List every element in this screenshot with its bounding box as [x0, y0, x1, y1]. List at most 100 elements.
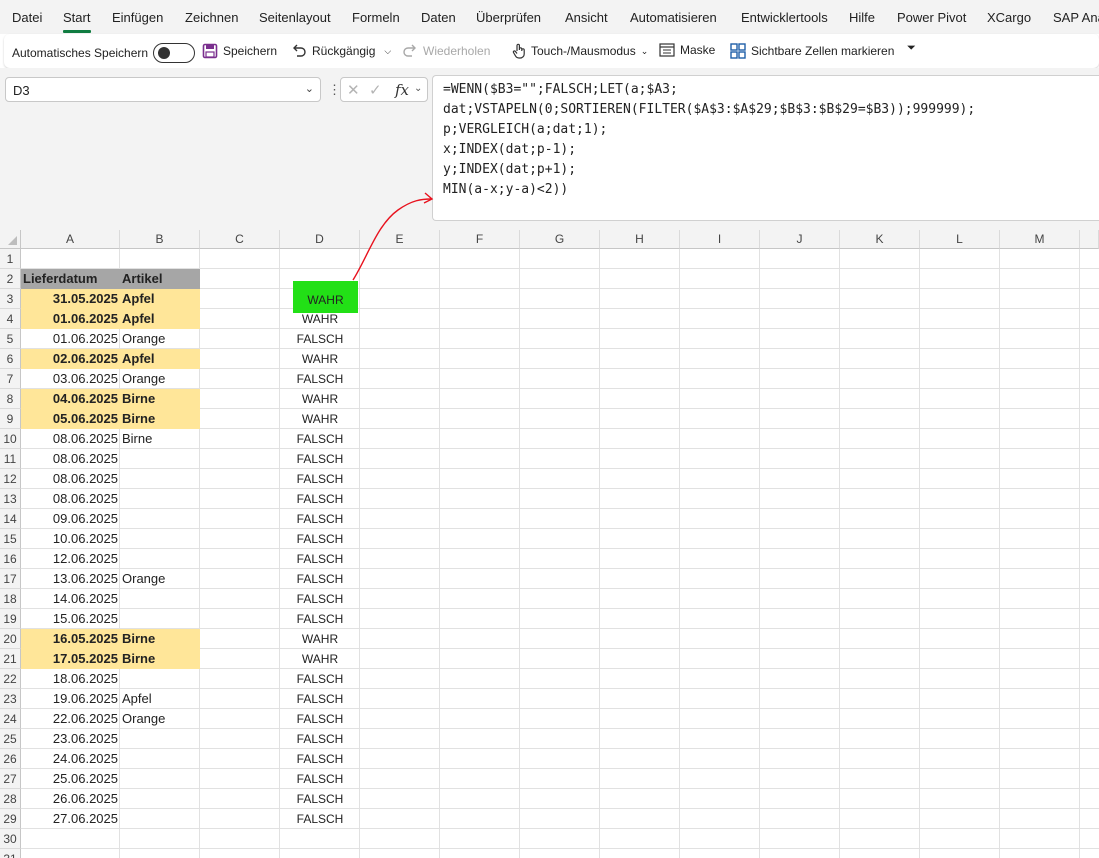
- column-header-l[interactable]: L: [920, 230, 1000, 249]
- cell-result[interactable]: FALSCH: [280, 529, 360, 549]
- cell-lieferdatum[interactable]: 03.06.2025: [21, 369, 120, 389]
- save-button[interactable]: Speichern: [202, 43, 277, 59]
- cell-result[interactable]: WAHR: [280, 409, 360, 429]
- cell-artikel[interactable]: Birne: [120, 409, 200, 429]
- cell-artikel[interactable]: [120, 529, 200, 549]
- confirm-icon[interactable]: ✓: [369, 81, 382, 99]
- column-header-c[interactable]: C: [200, 230, 280, 249]
- cell-artikel[interactable]: Orange: [120, 369, 200, 389]
- row-header-20[interactable]: 20: [0, 629, 21, 649]
- column-header-a[interactable]: A: [21, 230, 120, 249]
- menu-tab-ansicht[interactable]: Ansicht: [565, 10, 608, 25]
- chevron-down-icon[interactable]: ⌄: [305, 82, 314, 95]
- menu-tab-zeichnen[interactable]: Zeichnen: [185, 10, 238, 25]
- row-header-13[interactable]: 13: [0, 489, 21, 509]
- select-visible-cells-button[interactable]: Sichtbare Zellen markieren: [730, 43, 894, 59]
- cell-artikel[interactable]: Birne: [120, 389, 200, 409]
- column-header-k[interactable]: K: [840, 230, 920, 249]
- row-header-17[interactable]: 17: [0, 569, 21, 589]
- cell-result[interactable]: FALSCH: [280, 709, 360, 729]
- menu-tab-automatisieren[interactable]: Automatisieren: [630, 10, 717, 25]
- selected-cell-d3[interactable]: WAHR: [293, 281, 358, 313]
- row-header-7[interactable]: 7: [0, 369, 21, 389]
- menu-tab-formeln[interactable]: Formeln: [352, 10, 400, 25]
- menu-tab-sap-ana[interactable]: SAP Ana: [1053, 10, 1099, 25]
- touch-mode-button[interactable]: Touch-/Mausmodus ⌄: [512, 43, 648, 59]
- mask-button[interactable]: Maske: [659, 43, 715, 57]
- row-header-2[interactable]: 2: [0, 269, 21, 289]
- cell-lieferdatum[interactable]: 08.06.2025: [21, 489, 120, 509]
- cell-artikel[interactable]: [120, 469, 200, 489]
- row-header-26[interactable]: 26: [0, 749, 21, 769]
- column-header-n[interactable]: [1080, 230, 1099, 249]
- cell-artikel[interactable]: Orange: [120, 329, 200, 349]
- row-header-10[interactable]: 10: [0, 429, 21, 449]
- row-header-27[interactable]: 27: [0, 769, 21, 789]
- cell-lieferdatum[interactable]: 18.06.2025: [21, 669, 120, 689]
- menu-tab-entwicklertools[interactable]: Entwicklertools: [741, 10, 828, 25]
- autosave-control[interactable]: Automatisches Speichern: [12, 43, 196, 63]
- row-header-3[interactable]: 3: [0, 289, 21, 309]
- menu-tab-datei[interactable]: Datei: [12, 10, 42, 25]
- cell-lieferdatum[interactable]: 08.06.2025: [21, 429, 120, 449]
- cell-result[interactable]: FALSCH: [280, 769, 360, 789]
- cell-lieferdatum[interactable]: 24.06.2025: [21, 749, 120, 769]
- cell-lieferdatum[interactable]: 09.06.2025: [21, 509, 120, 529]
- cell-lieferdatum[interactable]: 05.06.2025: [21, 409, 120, 429]
- cell-result[interactable]: FALSCH: [280, 669, 360, 689]
- header-artikel[interactable]: Artikel: [120, 269, 200, 289]
- row-header-18[interactable]: 18: [0, 589, 21, 609]
- cell-artikel[interactable]: Apfel: [120, 349, 200, 369]
- cell-lieferdatum[interactable]: 16.05.2025: [21, 629, 120, 649]
- cell-lieferdatum[interactable]: 27.06.2025: [21, 809, 120, 829]
- cell-lieferdatum[interactable]: 15.06.2025: [21, 609, 120, 629]
- cell-result[interactable]: WAHR: [280, 389, 360, 409]
- cell-artikel[interactable]: [120, 669, 200, 689]
- cell-lieferdatum[interactable]: 25.06.2025: [21, 769, 120, 789]
- cell-lieferdatum[interactable]: 08.06.2025: [21, 449, 120, 469]
- row-header-25[interactable]: 25: [0, 729, 21, 749]
- cell-result[interactable]: FALSCH: [280, 729, 360, 749]
- cell-artikel[interactable]: [120, 489, 200, 509]
- column-header-f[interactable]: F: [440, 230, 520, 249]
- row-header-15[interactable]: 15: [0, 529, 21, 549]
- cell-result[interactable]: FALSCH: [280, 809, 360, 829]
- row-header-12[interactable]: 12: [0, 469, 21, 489]
- cell-lieferdatum[interactable]: 01.06.2025: [21, 329, 120, 349]
- column-header-i[interactable]: I: [680, 230, 760, 249]
- row-header-8[interactable]: 8: [0, 389, 21, 409]
- column-header-b[interactable]: B: [120, 230, 200, 249]
- cell-lieferdatum[interactable]: 23.06.2025: [21, 729, 120, 749]
- cell-lieferdatum[interactable]: 22.06.2025: [21, 709, 120, 729]
- cell-artikel[interactable]: [120, 809, 200, 829]
- row-header-22[interactable]: 22: [0, 669, 21, 689]
- column-header-h[interactable]: H: [600, 230, 680, 249]
- menu-tab-power-pivot[interactable]: Power Pivot: [897, 10, 966, 25]
- cell-result[interactable]: FALSCH: [280, 449, 360, 469]
- row-header-9[interactable]: 9: [0, 409, 21, 429]
- column-header-d[interactable]: D: [280, 230, 360, 249]
- column-header-j[interactable]: J: [760, 230, 840, 249]
- cell-lieferdatum[interactable]: 31.05.2025: [21, 289, 120, 309]
- insert-function-icon[interactable]: fx: [395, 81, 409, 99]
- row-header-31[interactable]: 31: [0, 849, 21, 858]
- cell-lieferdatum[interactable]: 19.06.2025: [21, 689, 120, 709]
- column-header-m[interactable]: M: [1000, 230, 1080, 249]
- cell-result[interactable]: FALSCH: [280, 369, 360, 389]
- cell-artikel[interactable]: Apfel: [120, 289, 200, 309]
- cell-result[interactable]: FALSCH: [280, 689, 360, 709]
- name-box[interactable]: D3 ⌄: [5, 77, 321, 102]
- select-all-button[interactable]: [0, 230, 21, 249]
- cell-lieferdatum[interactable]: 01.06.2025: [21, 309, 120, 329]
- cell-artikel[interactable]: [120, 589, 200, 609]
- row-header-28[interactable]: 28: [0, 789, 21, 809]
- row-header-21[interactable]: 21: [0, 649, 21, 669]
- cell-artikel[interactable]: [120, 729, 200, 749]
- cell-result[interactable]: FALSCH: [280, 489, 360, 509]
- header-lieferdatum[interactable]: Lieferdatum: [21, 269, 120, 289]
- column-header-g[interactable]: G: [520, 230, 600, 249]
- row-header-23[interactable]: 23: [0, 689, 21, 709]
- row-header-14[interactable]: 14: [0, 509, 21, 529]
- row-header-16[interactable]: 16: [0, 549, 21, 569]
- cell-lieferdatum[interactable]: 17.05.2025: [21, 649, 120, 669]
